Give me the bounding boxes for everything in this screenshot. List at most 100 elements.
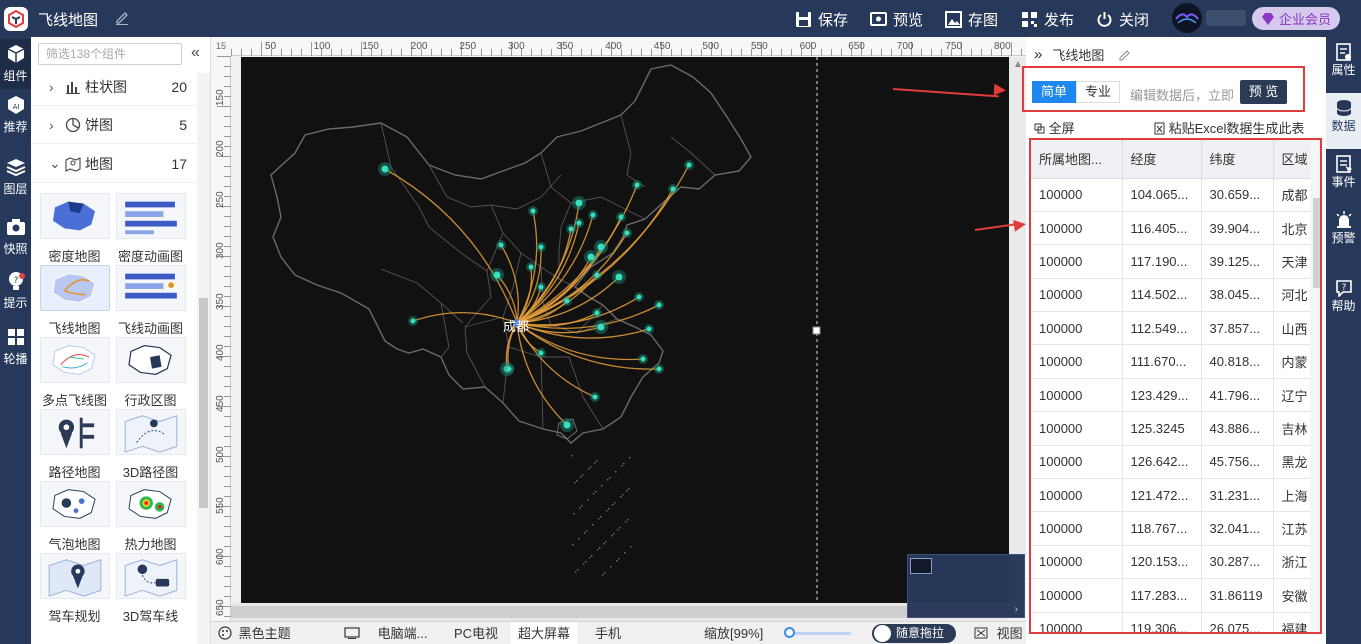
tile-multi-flyline[interactable]: 多点飞线图 [37, 337, 112, 408]
tile-route-map[interactable]: 路径地图 [37, 409, 112, 480]
table-row[interactable]: 100000 117.283... 31.86119 安徽 [1031, 578, 1320, 613]
node-point[interactable] [634, 182, 640, 188]
rail-item-components[interactable]: 组件 [0, 39, 31, 89]
node-point[interactable] [528, 264, 534, 270]
node-point[interactable] [615, 273, 623, 281]
minimap-viewport[interactable] [910, 558, 932, 574]
close-button[interactable]: 关闭 [1096, 8, 1149, 30]
table-cell[interactable]: 125.3245 [1122, 411, 1202, 446]
rail-item-help[interactable]: ? 帮助 [1326, 273, 1361, 329]
canvas-horizontal-scrollbar[interactable] [231, 603, 1009, 621]
node-point[interactable] [590, 212, 596, 218]
canvas-minimap[interactable]: › [907, 554, 1025, 618]
table-cell[interactable]: 31.86119 [1201, 578, 1274, 613]
tile-driving-plan[interactable]: 驾车规划 [37, 553, 112, 624]
device-tv-button[interactable]: PC电视 [447, 622, 505, 644]
node-point[interactable] [493, 271, 501, 279]
node-point[interactable] [594, 272, 600, 278]
table-cell[interactable]: 43.886... [1201, 411, 1274, 446]
free-drag-toggle[interactable]: 随意拖拉 [872, 624, 956, 643]
table-cell[interactable]: 117.190... [1122, 244, 1202, 279]
node-point[interactable] [656, 366, 662, 372]
table-cell[interactable]: 39.904... [1201, 211, 1274, 246]
table-cell[interactable]: 112.549... [1122, 311, 1202, 346]
rail-item-alarm[interactable]: 预警 [1326, 205, 1361, 261]
node-point[interactable] [538, 350, 544, 356]
flyline-map[interactable]: 成都 [241, 57, 1009, 603]
save-image-button[interactable]: 存图 [945, 8, 998, 30]
node-point[interactable] [594, 310, 600, 316]
node-point[interactable] [646, 326, 652, 332]
map-stage[interactable]: 成都 [241, 57, 1009, 603]
table-row[interactable]: 100000 104.065... 30.659... 成都 [1031, 178, 1320, 212]
node-point[interactable] [656, 302, 662, 308]
minimap-arrow-icon[interactable]: › [1015, 604, 1018, 615]
table-cell[interactable]: 117.283... [1122, 578, 1202, 613]
table-cell[interactable]: 26.075... [1201, 612, 1274, 632]
table-cell[interactable]: 100000 [1031, 211, 1123, 246]
table-cell[interactable]: 38.045... [1201, 278, 1274, 313]
tile-bubble-map[interactable]: 气泡地图 [37, 481, 112, 552]
device-mobile-button[interactable]: 手机 [588, 622, 628, 644]
node-point[interactable] [592, 394, 598, 400]
tile-density-animation[interactable]: 密度动画图 [113, 193, 188, 264]
table-row[interactable]: 100000 114.502... 38.045... 河北 [1031, 278, 1320, 313]
table-cell[interactable]: 100000 [1031, 178, 1123, 212]
node-point[interactable] [506, 366, 512, 372]
publish-button[interactable]: 发布 [1021, 8, 1074, 30]
table-cell[interactable]: 100000 [1031, 244, 1123, 279]
table-row[interactable]: 100000 116.405... 39.904... 北京 [1031, 211, 1320, 246]
table-cell[interactable]: 104.065... [1122, 178, 1202, 212]
node-point[interactable] [670, 186, 676, 192]
rail-item-data[interactable]: 数据 [1326, 93, 1361, 149]
canvas-vertical-scrollbar[interactable]: ▲▼ [1009, 57, 1026, 603]
rail-item-properties[interactable]: 属性 [1326, 37, 1361, 93]
table-cell[interactable]: 37.857... [1201, 311, 1274, 346]
table-cell[interactable]: 114.502... [1122, 278, 1202, 313]
category-pie-chart[interactable]: › 饼图 5 [31, 106, 196, 144]
table-cell[interactable]: 31.231... [1201, 478, 1274, 513]
table-row[interactable]: 100000 118.767... 32.041... 江苏 [1031, 511, 1320, 546]
component-scrollbar[interactable] [197, 73, 210, 644]
table-cell[interactable]: 32.041... [1201, 511, 1274, 546]
mode-simple-button[interactable]: 简单 [1032, 81, 1076, 103]
tile-3d-route[interactable]: 3D路径图 [113, 409, 188, 480]
table-row[interactable]: 100000 117.190... 39.125... 天津 [1031, 244, 1320, 279]
table-row[interactable]: 100000 125.3245 43.886... 吉林 [1031, 411, 1320, 446]
node-point[interactable] [624, 230, 630, 236]
table-row[interactable]: 100000 111.670... 40.818... 内蒙 [1031, 344, 1320, 379]
expand-panel-icon[interactable]: » [1034, 46, 1042, 63]
table-row[interactable]: 100000 126.642... 45.756... 黑龙 [1031, 445, 1320, 480]
tile-admin-region[interactable]: 行政区图 [113, 337, 188, 408]
table-row[interactable]: 100000 119.306... 26.075... 福建 [1031, 612, 1320, 632]
table-cell[interactable]: 41.796... [1201, 378, 1274, 413]
table-cell[interactable]: 100000 [1031, 344, 1123, 379]
node-point[interactable] [576, 220, 582, 226]
edit-title-icon[interactable] [114, 9, 130, 25]
table-cell[interactable]: 111.670... [1122, 344, 1202, 379]
rail-item-carousel[interactable]: 轮播 [0, 327, 31, 377]
table-cell[interactable]: 100000 [1031, 445, 1123, 480]
table-cell[interactable]: 40.818... [1201, 344, 1274, 379]
table-row[interactable]: 100000 123.429... 41.796... 辽宁 [1031, 378, 1320, 413]
node-point[interactable] [636, 294, 642, 300]
resize-handle[interactable] [812, 326, 821, 335]
node-point[interactable] [640, 356, 646, 362]
table-cell[interactable]: 100000 [1031, 311, 1123, 346]
tile-heat-map[interactable]: 热力地图 [113, 481, 188, 552]
table-cell[interactable]: 118.767... [1122, 511, 1202, 546]
vip-badge[interactable]: 企业会员 [1252, 7, 1340, 30]
collapse-panel-icon[interactable]: « [191, 44, 200, 62]
category-bar-chart[interactable]: › 柱状图 20 [31, 68, 196, 106]
table-cell[interactable]: 121.472... [1122, 478, 1202, 513]
table-cell[interactable]: 100000 [1031, 511, 1123, 546]
table-cell[interactable]: 30.287... [1201, 545, 1274, 580]
node-point[interactable] [498, 242, 504, 248]
zoom-slider-knob[interactable] [784, 627, 795, 638]
category-map[interactable]: ⌄ 地图 17 [31, 145, 196, 183]
node-point[interactable] [538, 284, 544, 290]
edit-name-icon[interactable] [1118, 48, 1131, 61]
node-point[interactable] [587, 253, 595, 261]
node-point[interactable] [564, 298, 570, 304]
rail-item-snapshot[interactable]: 快照 [0, 217, 31, 267]
